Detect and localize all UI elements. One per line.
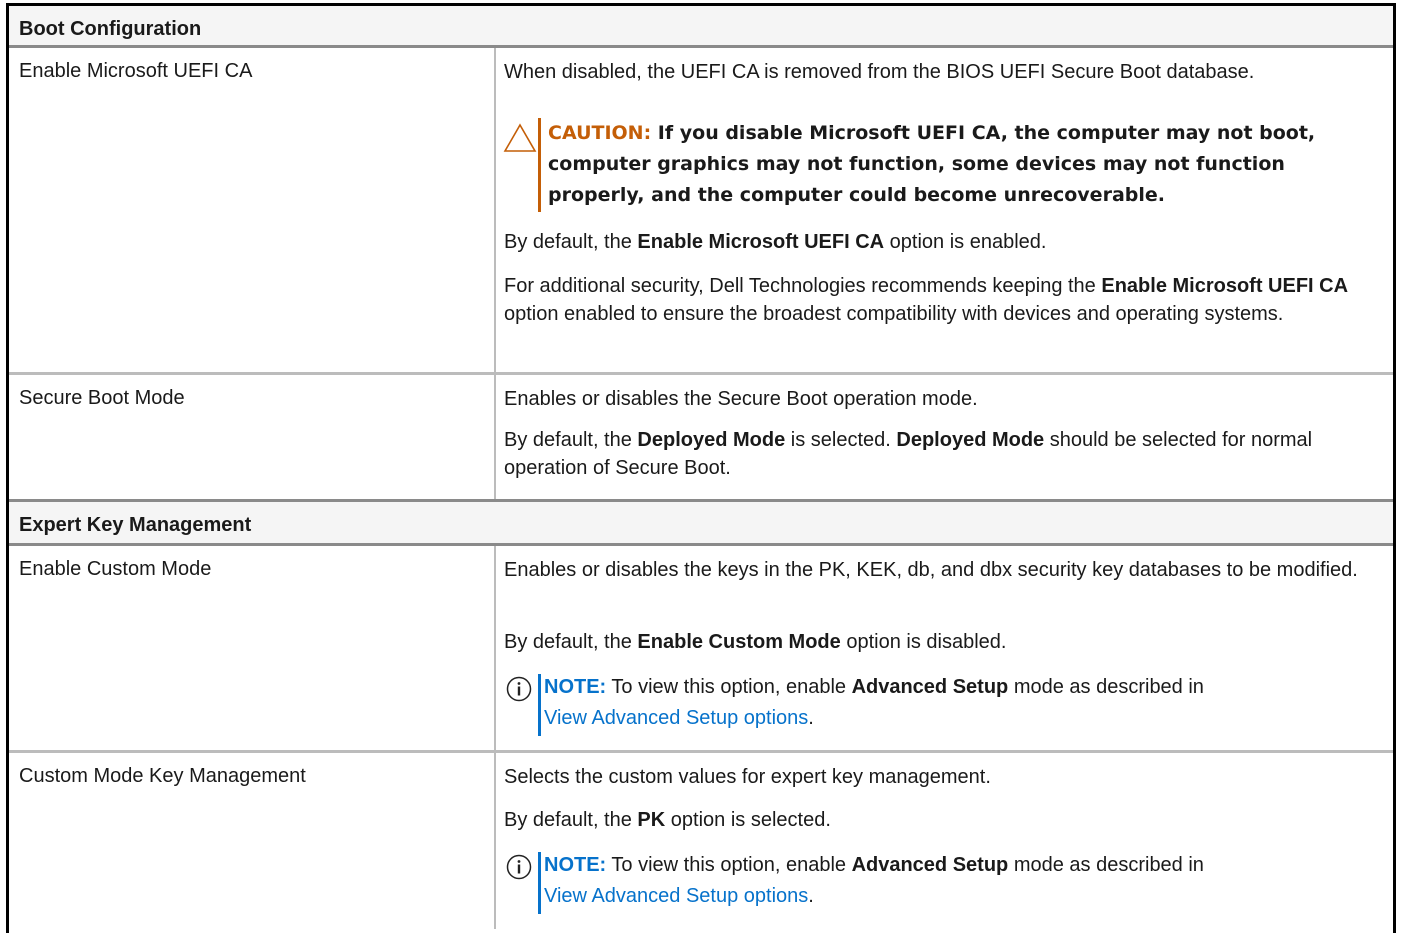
description-text: When disabled, the UEFI CA is removed fr…	[504, 61, 1255, 83]
option-name: Advanced Setup	[851, 854, 1009, 876]
note-bar	[538, 674, 541, 736]
column-divider	[494, 753, 496, 929]
text: By default, the	[504, 809, 638, 831]
text: .	[808, 707, 814, 729]
text: By default, the	[504, 631, 638, 653]
section-header-boot-configuration: Boot Configuration	[9, 6, 1393, 45]
text: option is disabled.	[840, 631, 1007, 653]
text: mode as described in	[1008, 854, 1204, 876]
text: To view this option, enable	[606, 676, 852, 698]
caution-text: CAUTION: If you disable Microsoft UEFI C…	[548, 118, 1368, 211]
note-text: NOTE: To view this option, enable Advanc…	[544, 672, 1384, 734]
caution-triangle-icon	[503, 123, 537, 152]
note-bar	[538, 852, 541, 914]
description-text: Selects the custom values for expert key…	[504, 766, 991, 788]
setting-description: Enables or disables the keys in the PK, …	[504, 556, 1384, 584]
caution-bar	[538, 118, 541, 212]
text: To view this option, enable	[606, 854, 852, 876]
text: For additional security, Dell Technologi…	[504, 275, 1102, 297]
setting-recommendation: For additional security, Dell Technologi…	[504, 272, 1384, 328]
view-advanced-setup-link[interactable]: View Advanced Setup options	[544, 885, 808, 907]
description-text: Enables or disables the Secure Boot oper…	[504, 388, 978, 410]
setting-description: Selects the custom values for expert key…	[504, 763, 1384, 791]
divider	[9, 543, 1393, 546]
option-name: Enable Microsoft UEFI CA	[1101, 275, 1349, 297]
option-name: PK	[637, 809, 666, 831]
description-text: Enables or disables the keys in the PK, …	[504, 559, 1358, 581]
option-name: Enable Custom Mode	[637, 631, 841, 653]
option-name: Advanced Setup	[851, 676, 1009, 698]
setting-default: By default, the PK option is selected.	[504, 806, 1384, 834]
setting-description: When disabled, the UEFI CA is removed fr…	[504, 58, 1384, 86]
setting-name: Enable Microsoft UEFI CA	[19, 60, 253, 82]
divider	[9, 372, 1393, 375]
caution-label: CAUTION:	[548, 122, 652, 144]
divider	[9, 750, 1393, 753]
text: By default, the	[504, 429, 638, 451]
option-name: Enable Microsoft UEFI CA	[637, 231, 885, 253]
text: mode as described in	[1008, 676, 1204, 698]
caution-box: CAUTION: If you disable Microsoft UEFI C…	[503, 118, 1384, 214]
setting-description: Enables or disables the Secure Boot oper…	[504, 385, 1384, 413]
note-label: NOTE:	[544, 676, 607, 698]
text: is selected.	[785, 429, 897, 451]
setting-default: By default, the Enable Microsoft UEFI CA…	[504, 228, 1384, 256]
info-circle-icon	[506, 854, 532, 880]
text: option is enabled.	[884, 231, 1047, 253]
text: By default, the	[504, 231, 638, 253]
note-box: NOTE: To view this option, enable Advanc…	[504, 850, 1384, 914]
info-circle-icon	[506, 676, 532, 702]
section-title: Expert Key Management	[19, 514, 252, 536]
setting-name: Custom Mode Key Management	[19, 765, 306, 787]
note-text: NOTE: To view this option, enable Advanc…	[544, 850, 1384, 912]
text: .	[808, 885, 814, 907]
divider	[9, 45, 1393, 48]
text: option is selected.	[665, 809, 831, 831]
setting-default: By default, the Enable Custom Mode optio…	[504, 628, 1384, 656]
text: option enabled to ensure the broadest co…	[504, 303, 1284, 325]
section-header-expert-key-management: Expert Key Management	[9, 502, 1393, 543]
note-label: NOTE:	[544, 854, 607, 876]
view-advanced-setup-link[interactable]: View Advanced Setup options	[544, 707, 808, 729]
column-divider	[494, 48, 496, 373]
setting-default: By default, the Deployed Mode is selecte…	[504, 426, 1384, 482]
option-name: Deployed Mode	[637, 429, 786, 451]
section-title: Boot Configuration	[19, 18, 202, 40]
setting-name: Secure Boot Mode	[19, 387, 185, 409]
column-divider	[494, 375, 496, 500]
column-divider	[494, 546, 496, 751]
caution-message: If you disable Microsoft UEFI CA, the co…	[548, 122, 1316, 206]
setting-name: Enable Custom Mode	[19, 558, 212, 580]
option-name: Deployed Mode	[896, 429, 1045, 451]
note-box: NOTE: To view this option, enable Advanc…	[504, 672, 1384, 736]
